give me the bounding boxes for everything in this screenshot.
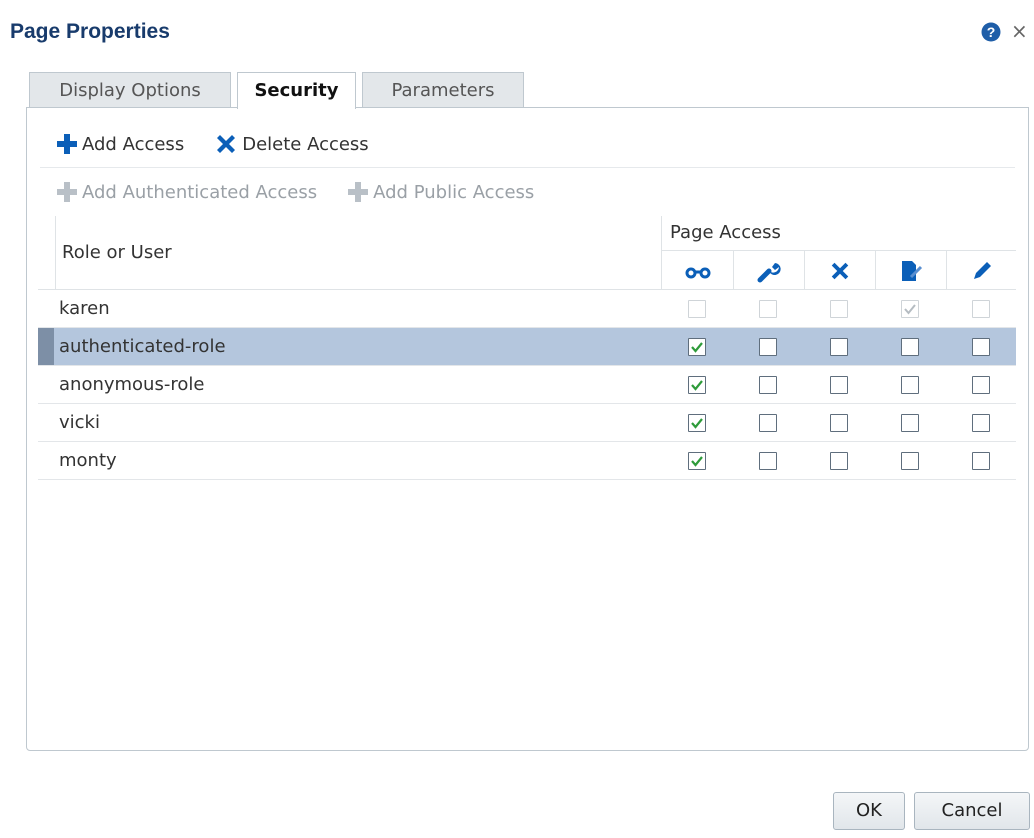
table-row[interactable]: anonymous-role (38, 366, 1016, 404)
pencil-icon (968, 258, 996, 284)
check-icon (691, 456, 703, 467)
access-checkbox[interactable] (759, 452, 777, 470)
add-authenticated-access-button[interactable]: Add Authenticated Access (56, 181, 317, 203)
wrench-icon (755, 258, 783, 284)
access-checkbox[interactable] (830, 376, 848, 394)
access-checkbox[interactable] (901, 414, 919, 432)
access-checkbox[interactable] (830, 452, 848, 470)
close-icon[interactable]: × (1011, 20, 1028, 42)
role-name: authenticated-role (59, 336, 226, 357)
table-row[interactable]: authenticated-role (38, 328, 1016, 366)
page-access-header: Page Access (670, 222, 781, 243)
cancel-button[interactable]: Cancel (914, 792, 1030, 830)
access-checkbox[interactable] (688, 452, 706, 470)
tab-label: Parameters (391, 80, 495, 101)
access-checkbox[interactable] (972, 414, 990, 432)
edit-document-icon (897, 258, 925, 284)
help-icon[interactable]: ? (981, 22, 1001, 42)
tab-label: Security (254, 80, 339, 101)
access-checkbox[interactable] (759, 338, 777, 356)
secondary-toolbar: Add Authenticated Access Add Public Acce… (56, 172, 564, 212)
access-checkbox[interactable] (688, 376, 706, 394)
access-checkbox[interactable] (901, 452, 919, 470)
access-checkbox[interactable] (901, 300, 919, 318)
row-selector[interactable] (38, 366, 54, 403)
add-public-access-button[interactable]: Add Public Access (347, 181, 534, 203)
column-divider (661, 216, 662, 290)
access-checkbox[interactable] (759, 414, 777, 432)
ok-button[interactable]: OK (833, 792, 905, 830)
plus-icon (348, 182, 369, 202)
delete-access-label: Delete Access (242, 133, 369, 155)
delete-access-button[interactable]: Delete Access (214, 132, 369, 156)
add-authenticated-access-label: Add Authenticated Access (82, 181, 318, 203)
role-name: anonymous-role (59, 374, 205, 395)
delete-x-icon (826, 258, 854, 284)
row-selector[interactable] (38, 442, 54, 479)
primary-toolbar: Add Access Delete Access (56, 124, 399, 164)
header-divider (661, 250, 1016, 251)
access-checkbox[interactable] (901, 376, 919, 394)
table-row[interactable]: monty (38, 442, 1016, 480)
row-selector[interactable] (38, 404, 54, 441)
access-checkbox[interactable] (972, 376, 990, 394)
check-icon (691, 380, 703, 391)
access-checkbox[interactable] (688, 338, 706, 356)
access-checkbox[interactable] (972, 300, 990, 318)
check-icon (904, 304, 916, 315)
dialog-title: Page Properties (10, 20, 170, 43)
table-row[interactable]: karen (38, 290, 1016, 328)
ok-label: OK (856, 800, 882, 821)
delete-x-icon (217, 135, 236, 153)
svg-text:?: ? (987, 24, 996, 40)
plus-icon (57, 134, 77, 154)
plus-icon (57, 182, 77, 202)
add-public-access-label: Add Public Access (373, 181, 535, 203)
cancel-label: Cancel (941, 800, 1003, 821)
role-column-header: Role or User (62, 242, 172, 263)
tab-security[interactable]: Security (237, 72, 356, 109)
column-divider (804, 250, 805, 290)
add-access-label: Add Access (82, 133, 185, 155)
tab-display-options[interactable]: Display Options (29, 72, 231, 108)
access-checkbox[interactable] (830, 300, 848, 318)
access-checkbox[interactable] (972, 452, 990, 470)
column-divider (55, 216, 56, 290)
access-checkbox[interactable] (830, 414, 848, 432)
tab-parameters[interactable]: Parameters (362, 72, 524, 108)
toolbar-divider (40, 167, 1015, 168)
check-icon (691, 342, 703, 353)
access-checkbox[interactable] (688, 300, 706, 318)
access-checkbox[interactable] (759, 300, 777, 318)
role-name: vicki (59, 412, 100, 433)
access-checkbox[interactable] (901, 338, 919, 356)
column-divider (946, 250, 947, 290)
column-divider (875, 250, 876, 290)
table-row[interactable]: vicki (38, 404, 1016, 442)
access-checkbox[interactable] (759, 376, 777, 394)
tab-label: Display Options (59, 80, 201, 101)
add-access-button[interactable]: Add Access (56, 133, 184, 155)
view-glasses-icon (684, 258, 712, 284)
row-selector[interactable] (38, 290, 54, 327)
access-checkbox[interactable] (830, 338, 848, 356)
role-name: monty (59, 450, 117, 471)
check-icon (691, 418, 703, 429)
access-checkbox[interactable] (688, 414, 706, 432)
column-divider (733, 250, 734, 290)
access-checkbox[interactable] (972, 338, 990, 356)
row-selector[interactable] (38, 328, 54, 365)
table-header: Role or User Page Access (38, 216, 1016, 290)
role-name: karen (59, 298, 110, 319)
